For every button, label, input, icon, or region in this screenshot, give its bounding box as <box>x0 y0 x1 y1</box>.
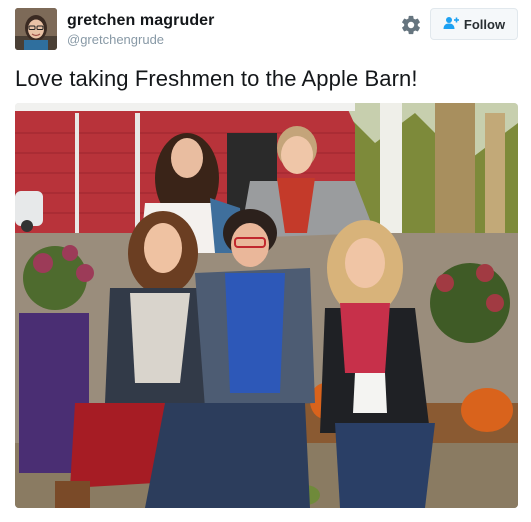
avatar[interactable] <box>15 8 57 50</box>
tweet-text: Love taking Freshmen to the Apple Barn! <box>15 66 418 91</box>
user-handle[interactable]: @gretchengrude <box>67 32 164 47</box>
follow-label: Follow <box>463 16 506 32</box>
tweet-photo[interactable] <box>15 103 518 508</box>
profile-photo-icon <box>15 8 57 50</box>
tweet-header: gretchen magruder @gretchengrude Follow <box>15 8 520 54</box>
group-photo-icon <box>15 103 518 508</box>
display-name[interactable]: gretchen magruder <box>67 12 215 30</box>
gear-icon[interactable] <box>400 14 422 36</box>
follow-button[interactable]: Follow <box>430 8 518 40</box>
add-user-icon <box>443 16 459 33</box>
